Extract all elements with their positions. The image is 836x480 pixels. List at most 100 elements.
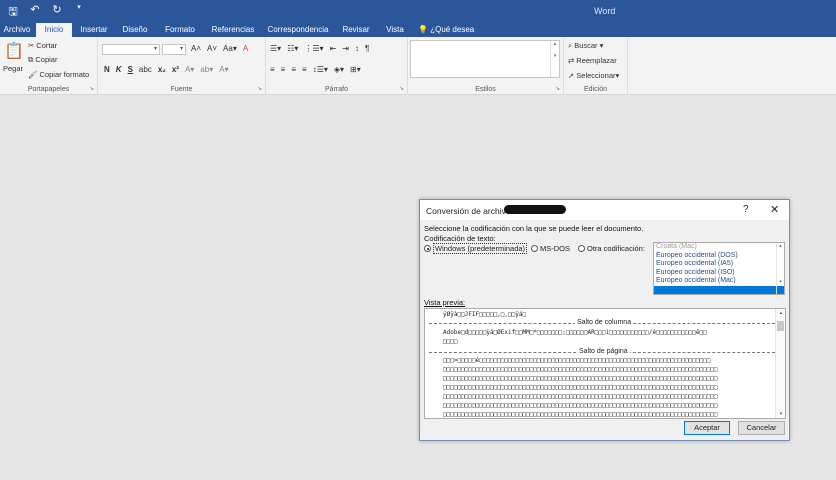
encoding-list[interactable]: Croata (Mac) Europeo occidental (DOS) Eu… — [653, 242, 785, 295]
preview-scrollbar[interactable]: ▴ ▾ — [775, 309, 785, 418]
search-icon: ⌕ — [568, 41, 573, 50]
encoding-item[interactable]: Europeo occidental (Mac) — [654, 277, 784, 286]
bullets-icon[interactable]: ☰▾ — [270, 44, 281, 53]
align-right-icon[interactable]: ≡ — [291, 65, 296, 74]
tab-vista[interactable]: Vista — [382, 23, 408, 37]
save-icon[interactable]: 🖫 — [6, 3, 20, 22]
customize-icon[interactable]: ▾ — [72, 3, 86, 22]
borders-icon[interactable]: ⊞▾ — [350, 65, 361, 74]
select-button[interactable]: ➚ Seleccionar▾ — [568, 71, 619, 80]
dialog-launcher-icon[interactable]: ↘ — [257, 85, 262, 92]
scroll-up-icon[interactable]: ▴ — [776, 310, 785, 316]
encoding-item[interactable]: Europeo occidental (DOS) — [654, 252, 784, 261]
preview-line: □□□□□□□□□□□□□□□□□□□□□□□□□□□□□□□□□□□□□□□□… — [443, 366, 718, 373]
font-name-combo[interactable]: ▾ — [102, 44, 160, 55]
scroll-thumb[interactable] — [777, 321, 784, 331]
radio-windows[interactable]: Windows (predeterminada) — [424, 243, 528, 254]
radio-other[interactable]: Otra codificación: — [578, 244, 645, 253]
radio-msdos[interactable]: MS-DOS — [531, 244, 570, 253]
underline-button[interactable]: S — [128, 65, 133, 74]
cut-button[interactable]: ✂ Cortar — [28, 41, 57, 50]
group-portapapeles: 📋 Pegar ✂ Cortar ⧉ Copiar 🖌 Copiar formato … — [0, 37, 98, 95]
chevron-down-icon: ▾ — [179, 46, 183, 52]
group-fuente: ▾ ▾ A˄ A˅ Aa▾ A N K S abc x₂ x² A▾ ab▾ A… — [98, 37, 266, 95]
redaction-mark — [504, 205, 566, 214]
clear-format-icon[interactable]: A — [243, 44, 248, 53]
redo-icon[interactable]: ↻ — [50, 3, 64, 22]
superscript-icon[interactable]: x² — [172, 65, 179, 74]
encoding-item-selected[interactable]: Europeo occidental (Windows) — [654, 285, 784, 294]
preview-line: □□□□□□□□□□□□□□□□□□□□□□□□□□□□□□□□□□□□□□□□… — [443, 384, 718, 391]
tab-archivo[interactable]: Archivo — [2, 23, 32, 37]
encoding-item[interactable]: Europeo occidental (IA5) — [654, 260, 784, 269]
align-tools: ≡ ≡ ≡ ≡ ↕☰▾ ◈▾ ⊞▾ — [270, 65, 361, 74]
bold-button[interactable]: N — [104, 65, 110, 74]
tab-formato[interactable]: Formato — [162, 23, 198, 37]
italic-button[interactable]: K — [116, 65, 122, 74]
paste-button[interactable]: Pegar — [3, 64, 23, 73]
tab-diseno[interactable]: Diseño — [120, 23, 150, 37]
encoding-label: Codificación de texto: — [424, 234, 496, 243]
column-break: Salto de columna — [429, 319, 775, 326]
preview-label: Vista previa: — [424, 298, 466, 307]
increase-indent-icon[interactable]: ⇥ — [342, 44, 349, 53]
pilcrow-icon[interactable]: ¶ — [365, 44, 369, 53]
highlight-icon[interactable]: ab▾ — [200, 65, 213, 74]
tab-referencias[interactable]: Referencias — [208, 23, 258, 37]
replace-icon: ⇄ — [568, 56, 575, 65]
strikethrough-icon[interactable]: abc — [139, 65, 152, 74]
text-effects-icon[interactable]: A▾ — [185, 65, 194, 74]
radio-dot — [578, 245, 585, 252]
align-center-icon[interactable]: ≡ — [281, 65, 286, 74]
paste-icon[interactable]: 📋 — [4, 41, 24, 61]
scroll-down-icon[interactable]: ▾ — [776, 411, 785, 417]
tell-me-box[interactable]: 💡 ¿Qué desea hacer? — [418, 23, 498, 48]
help-button[interactable]: ? — [743, 204, 749, 215]
encoding-item[interactable]: Croata (Mac) — [654, 243, 784, 252]
encoding-item[interactable]: Europeo occidental (ISO) — [654, 269, 784, 278]
line-spacing-icon[interactable]: ↕☰▾ — [313, 65, 328, 74]
change-case-icon[interactable]: Aa▾ — [223, 44, 237, 53]
align-left-icon[interactable]: ≡ — [270, 65, 275, 74]
dialog-launcher-icon[interactable]: ↘ — [399, 85, 404, 92]
group-label-paragraph: Párrafo — [325, 86, 348, 93]
justify-icon[interactable]: ≡ — [302, 65, 307, 74]
decrease-indent-icon[interactable]: ⇤ — [330, 44, 337, 53]
find-button[interactable]: ⌕ Buscar ▾ — [568, 41, 603, 51]
sort-icon[interactable]: ↕ — [355, 44, 359, 53]
page-break-label: Salto de página — [577, 348, 630, 355]
tab-revisar[interactable]: Revisar — [340, 23, 372, 37]
font-size-combo[interactable]: ▾ — [162, 44, 186, 55]
undo-icon[interactable]: ↶ — [28, 3, 42, 22]
shrink-font-icon[interactable]: A˅ — [207, 44, 217, 53]
preview-line: ÿØÿà□□JFIF□□□□□,□,□□ÿá□ — [443, 311, 527, 318]
tab-inicio[interactable]: Inicio — [36, 23, 72, 37]
styles-gallery[interactable]: ▴ ▾ — [410, 40, 560, 78]
preview-line: □□□□ — [443, 338, 458, 345]
format-painter-button[interactable]: 🖌 Copiar formato — [28, 70, 89, 79]
grow-font-icon[interactable]: A˄ — [191, 44, 201, 53]
preview-box[interactable]: ÿØÿà□□JFIF□□□□□,□,□□ÿá□ Salto de columna… — [424, 308, 786, 419]
close-button[interactable]: ✕ — [770, 203, 779, 216]
group-label-editing: Edición — [584, 86, 607, 93]
font-color-icon[interactable]: A▾ — [219, 65, 228, 74]
multilevel-list-icon[interactable]: ⋮☰▾ — [304, 44, 323, 53]
group-label-clipboard: Portapapeles — [27, 86, 70, 93]
dialog-launcher-icon[interactable]: ↘ — [555, 85, 560, 92]
tab-insertar[interactable]: Insertar — [78, 23, 110, 37]
subscript-icon[interactable]: x₂ — [158, 65, 166, 74]
shading-icon[interactable]: ◈▾ — [334, 65, 344, 74]
dialog-launcher-icon[interactable]: ↘ — [89, 85, 94, 92]
encoding-list-scrollbar[interactable]: ▴ ▾ — [776, 243, 784, 294]
copy-icon: ⧉ — [28, 55, 34, 64]
tab-correspondencia[interactable]: Correspondencia — [266, 23, 330, 37]
copy-button[interactable]: ⧉ Copiar — [28, 55, 57, 65]
accept-button[interactable]: Aceptar — [684, 421, 730, 435]
cancel-button[interactable]: Cancelar — [738, 421, 785, 435]
numbering-icon[interactable]: ☷▾ — [287, 44, 298, 53]
styles-gallery-scroll[interactable]: ▴ ▾ — [550, 41, 559, 77]
replace-button[interactable]: ⇄ Reemplazar — [568, 56, 617, 65]
brush-icon: 🖌 — [28, 70, 38, 79]
chevron-down-icon: ▾ — [153, 46, 157, 52]
dialog-instruction: Seleccione la codificación con la que se… — [424, 224, 644, 233]
